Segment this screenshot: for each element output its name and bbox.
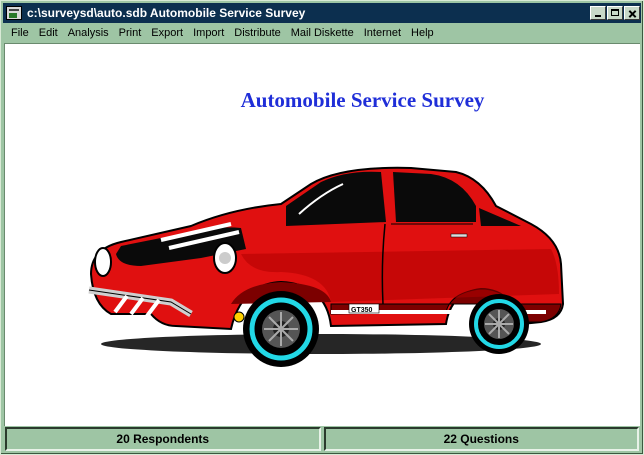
window-controls <box>589 6 640 20</box>
main-content: Automobile Service Survey GT350 <box>4 43 640 426</box>
menu-export[interactable]: Export <box>146 27 188 39</box>
menu-internet[interactable]: Internet <box>359 27 406 39</box>
menu-mail-diskette[interactable]: Mail Diskette <box>286 27 359 39</box>
minimize-button[interactable] <box>590 6 606 20</box>
status-respondents: 20 Respondents <box>5 427 321 451</box>
menu-file[interactable]: File <box>3 27 34 39</box>
menu-distribute[interactable]: Distribute <box>229 27 285 39</box>
menu-bar: File Edit Analysis Print Export Import D… <box>3 23 641 43</box>
page-title: Automobile Service Survey <box>240 88 485 112</box>
menu-import[interactable]: Import <box>188 27 229 39</box>
app-window: c:\surveysd\auto.sdb Automobile Service … <box>0 0 644 455</box>
status-bar: 20 Respondents 22 Questions <box>5 427 639 451</box>
maximize-button[interactable] <box>607 6 623 20</box>
car-illustration: GT350 <box>88 166 565 367</box>
status-questions: 22 Questions <box>323 427 639 451</box>
close-button[interactable] <box>624 6 640 20</box>
title-bar[interactable]: c:\surveysd\auto.sdb Automobile Service … <box>3 3 641 23</box>
window-title: c:\surveysd\auto.sdb Automobile Service … <box>27 6 306 20</box>
app-icon[interactable] <box>6 6 22 20</box>
menu-help[interactable]: Help <box>406 27 439 39</box>
menu-edit[interactable]: Edit <box>34 27 63 39</box>
menu-print[interactable]: Print <box>114 27 147 39</box>
car-badge: GT350 <box>351 307 373 314</box>
menu-analysis[interactable]: Analysis <box>63 27 114 39</box>
